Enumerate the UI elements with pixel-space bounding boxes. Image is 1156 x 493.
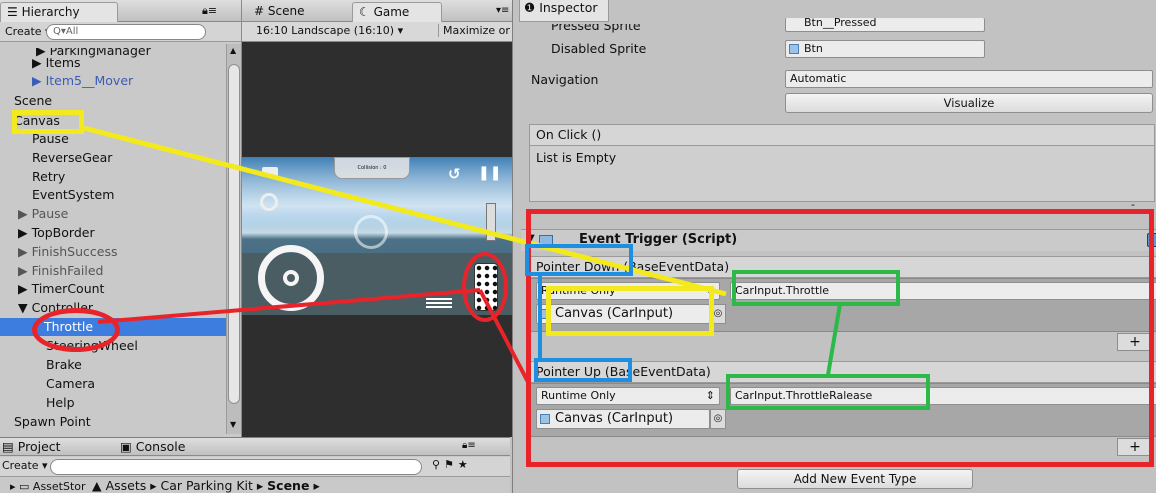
yellow-connector bbox=[83, 125, 727, 297]
annotation-overlay bbox=[83, 125, 842, 383]
red-connector-1 bbox=[97, 288, 481, 324]
green-connector bbox=[826, 303, 842, 376]
red-connector-2 bbox=[478, 289, 530, 383]
